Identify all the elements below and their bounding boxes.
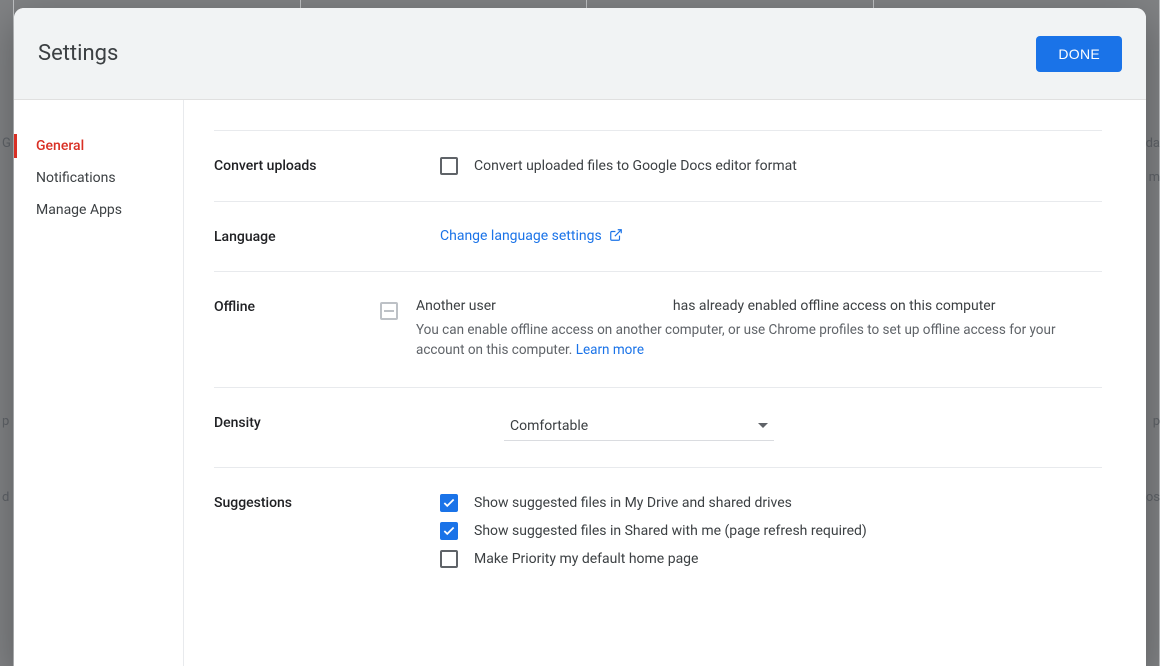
suggest-shared-with-me-checkbox[interactable]: [440, 522, 458, 540]
section-convert-uploads: Convert uploads Convert uploaded files t…: [214, 130, 1102, 201]
settings-sidebar: General Notifications Manage Apps: [14, 100, 184, 666]
density-value: Comfortable: [510, 418, 588, 434]
section-label: Suggestions: [214, 494, 404, 568]
settings-modal: Settings DONE General Notifications Mana…: [14, 8, 1146, 666]
convert-uploads-option-label: Convert uploaded files to Google Docs ed…: [474, 158, 797, 174]
open-in-new-icon: [609, 228, 623, 242]
sidebar-item-label: General: [36, 138, 84, 154]
bg-hint: p: [2, 414, 9, 429]
sidebar-item-manage-apps[interactable]: Manage Apps: [14, 194, 183, 226]
suggest-option-label: Show suggested files in My Drive and sha…: [474, 495, 792, 511]
bg-hint: os: [1146, 490, 1160, 505]
offline-checkbox[interactable]: [380, 302, 398, 320]
chevron-down-icon: [758, 423, 768, 428]
offline-learn-more-link[interactable]: Learn more: [576, 342, 644, 358]
bg-hint: da: [1146, 136, 1160, 151]
bg-hint: G: [2, 136, 11, 151]
section-label: Offline: [214, 298, 380, 361]
link-text: Change language settings: [440, 228, 602, 244]
bg-hint: d: [2, 490, 9, 505]
modal-header: Settings DONE: [14, 8, 1146, 100]
density-dropdown[interactable]: Comfortable: [504, 414, 774, 441]
suggest-option-label: Show suggested files in Shared with me (…: [474, 523, 867, 539]
priority-default-checkbox[interactable]: [440, 550, 458, 568]
check-icon: [442, 496, 456, 510]
section-density: Density Comfortable: [214, 387, 1102, 467]
modal-title: Settings: [38, 41, 118, 66]
suggest-option-label: Make Priority my default home page: [474, 551, 698, 567]
change-language-link[interactable]: Change language settings: [440, 228, 623, 244]
check-icon: [442, 524, 456, 538]
sidebar-item-general[interactable]: General: [14, 130, 183, 162]
offline-help-text: You can enable offline access on another…: [416, 320, 1102, 361]
section-label: Language: [214, 228, 404, 245]
offline-status-text: Another user has already enabled offline…: [416, 298, 1102, 314]
done-button[interactable]: DONE: [1036, 36, 1122, 72]
section-offline: Offline Another user has already enabled…: [214, 271, 1102, 387]
bg-hint: m: [1149, 170, 1160, 185]
convert-uploads-checkbox[interactable]: [440, 157, 458, 175]
settings-content: Convert uploads Convert uploaded files t…: [184, 100, 1146, 666]
section-label: Density: [214, 414, 404, 441]
sidebar-item-label: Manage Apps: [36, 202, 122, 218]
section-language: Language Change language settings: [214, 201, 1102, 271]
bg-hint: p: [1153, 414, 1160, 429]
sidebar-item-label: Notifications: [36, 170, 116, 186]
section-label: Convert uploads: [214, 157, 404, 175]
sidebar-item-notifications[interactable]: Notifications: [14, 162, 183, 194]
suggest-my-drive-checkbox[interactable]: [440, 494, 458, 512]
section-suggestions: Suggestions Show suggested files in My D…: [214, 467, 1102, 594]
